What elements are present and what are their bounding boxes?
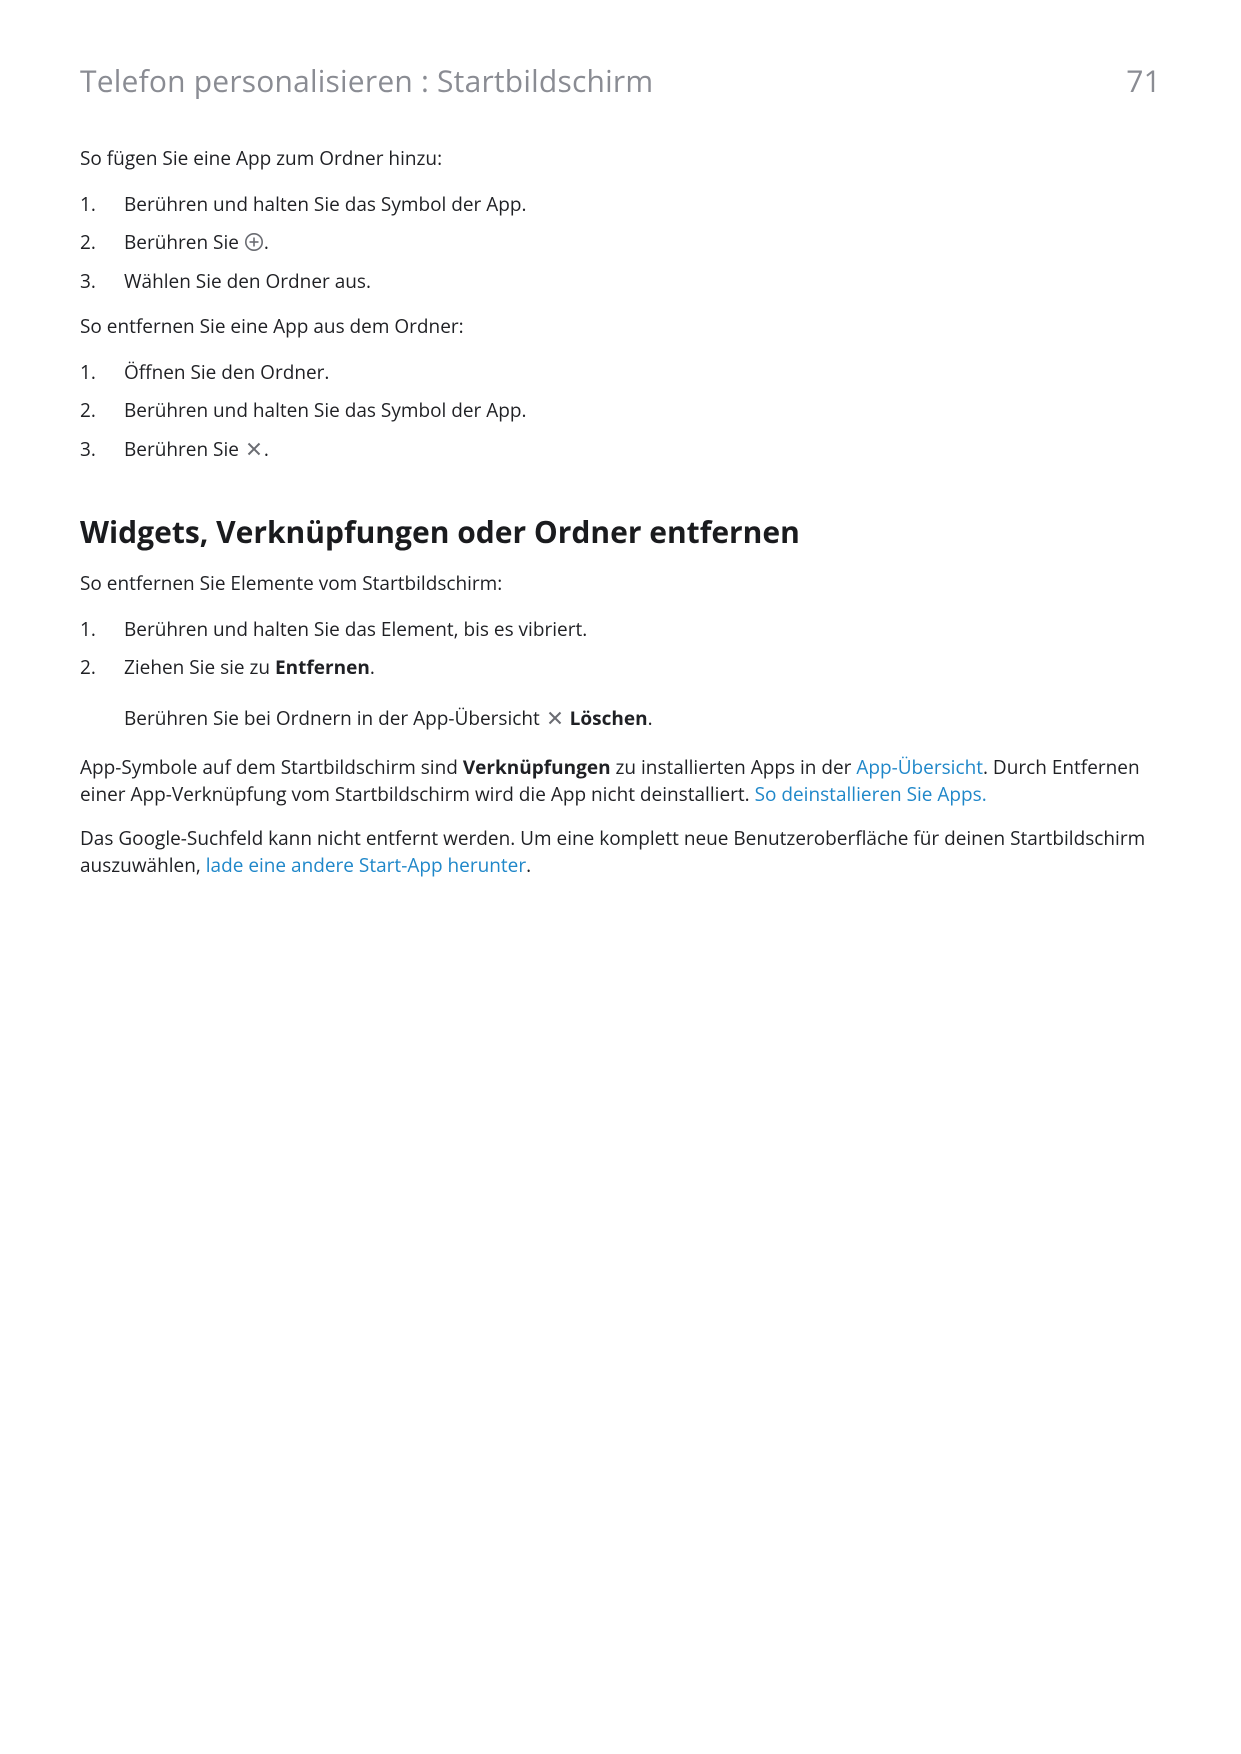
- text-fragment: .: [264, 436, 269, 462]
- circled-plus-icon: [244, 232, 264, 252]
- paragraph: App-Symbole auf dem Startbildschirm sind…: [80, 754, 1161, 807]
- list-number: 2.: [80, 396, 124, 425]
- link-app-overview[interactable]: App-Übersicht: [856, 754, 983, 780]
- breadcrumb: Telefon personalisieren : Startbildschir…: [80, 60, 653, 101]
- add-steps: 1. Berühren und halten Sie das Symbol de…: [80, 190, 1161, 296]
- widgets-intro: So entfernen Sie Elemente vom Startbilds…: [80, 570, 1161, 597]
- text-fragment: zu installierten Apps in der: [611, 754, 857, 780]
- section-heading: Widgets, Verknüpfungen oder Ordner entfe…: [80, 511, 1161, 552]
- page-body: So fügen Sie eine App zum Ordner hinzu: …: [80, 145, 1161, 879]
- list-number: 3.: [80, 267, 124, 296]
- list-text: Berühren und halten Sie das Symbol der A…: [124, 190, 1161, 219]
- widgets-steps: 1. Berühren und halten Sie das Element, …: [80, 615, 1161, 682]
- text-fragment: Berühren Sie bei Ordnern in der App-Über…: [124, 705, 545, 731]
- bold-text: Löschen: [570, 705, 648, 731]
- list-item: 1. Berühren und halten Sie das Symbol de…: [80, 190, 1161, 219]
- list-number: 2.: [80, 228, 124, 257]
- list-text: Wählen Sie den Ordner aus.: [124, 267, 1161, 296]
- list-item: 2. Berühren und halten Sie das Symbol de…: [80, 396, 1161, 425]
- text-fragment: .: [370, 654, 375, 680]
- list-text: Berühren und halten Sie das Element, bis…: [124, 615, 1161, 644]
- page-header: Telefon personalisieren : Startbildschir…: [80, 60, 1161, 101]
- list-text: Ziehen Sie sie zu Entfernen.: [124, 653, 1161, 682]
- remove-steps: 1. Öffnen Sie den Ordner. 2. Berühren un…: [80, 358, 1161, 464]
- section-remove-intro: So entfernen Sie eine App aus dem Ordner…: [80, 313, 1161, 340]
- list-item: 1. Öffnen Sie den Ordner.: [80, 358, 1161, 387]
- text-fragment: .: [648, 705, 653, 731]
- text-fragment: Ziehen Sie sie zu: [124, 654, 275, 680]
- list-text: Berühren und halten Sie das Symbol der A…: [124, 396, 1161, 425]
- text-fragment: .: [264, 229, 269, 255]
- text-fragment: Berühren Sie: [124, 436, 244, 462]
- list-number: 3.: [80, 435, 124, 464]
- bold-text: Verknüpfungen: [463, 754, 611, 780]
- list-item: 2. Berühren Sie .: [80, 228, 1161, 257]
- list-text: Berühren Sie .: [124, 435, 1161, 464]
- list-item: 1. Berühren und halten Sie das Element, …: [80, 615, 1161, 644]
- page-number: 71: [1126, 60, 1161, 101]
- list-text: Öffnen Sie den Ordner.: [124, 358, 1161, 387]
- list-number: 2.: [80, 653, 124, 682]
- list-number: 1.: [80, 358, 124, 387]
- text-fragment: .: [526, 852, 531, 878]
- section-add-intro: So fügen Sie eine App zum Ordner hinzu:: [80, 145, 1161, 172]
- close-icon: [244, 439, 264, 459]
- close-icon: [545, 708, 565, 728]
- list-text: Berühren Sie .: [124, 228, 1161, 257]
- bold-text: Entfernen: [275, 654, 370, 680]
- folder-delete-note: Berühren Sie bei Ordnern in der App-Über…: [124, 704, 1161, 733]
- link-uninstall-apps[interactable]: So deinstallieren Sie Apps.: [755, 781, 987, 807]
- list-item: 3. Wählen Sie den Ordner aus.: [80, 267, 1161, 296]
- paragraph: Das Google-Suchfeld kann nicht entfernt …: [80, 825, 1161, 878]
- list-number: 1.: [80, 615, 124, 644]
- link-download-launcher[interactable]: lade eine andere Start-App herunter: [206, 852, 526, 878]
- text-fragment: App-Symbole auf dem Startbildschirm sind: [80, 754, 463, 780]
- list-item: 2. Ziehen Sie sie zu Entfernen.: [80, 653, 1161, 682]
- text-fragment: Berühren Sie: [124, 229, 244, 255]
- list-item: 3. Berühren Sie .: [80, 435, 1161, 464]
- list-number: 1.: [80, 190, 124, 219]
- document-page: Telefon personalisieren : Startbildschir…: [0, 0, 1241, 1754]
